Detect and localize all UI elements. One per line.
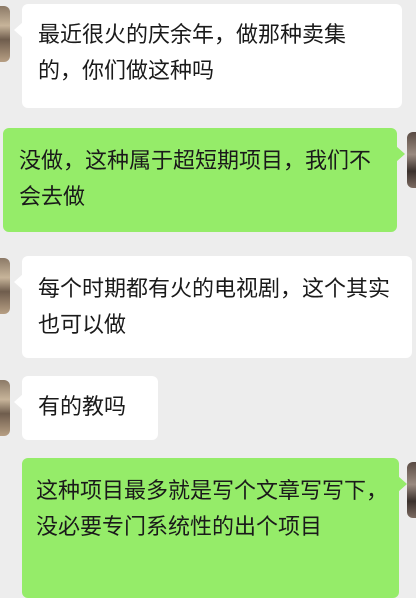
contact-avatar[interactable] bbox=[0, 6, 10, 62]
own-avatar[interactable] bbox=[407, 462, 416, 518]
message-bubble-outgoing[interactable]: 这种项目最多就是写个文章写写下，没必要专门系统性的出个项目 bbox=[22, 458, 407, 598]
own-avatar[interactable] bbox=[407, 132, 416, 188]
message-text: 每个时期都有火的电视剧，这个其实也可以做 bbox=[38, 277, 391, 338]
contact-avatar[interactable] bbox=[0, 380, 10, 436]
message-text: 这种项目最多就是写个文章写写下，没必要专门系统性的出个项目 bbox=[36, 479, 389, 540]
message-bubble-incoming[interactable]: 每个时期都有火的电视剧，这个其实也可以做 bbox=[14, 256, 412, 358]
message-bubble-incoming[interactable]: 有的教吗 bbox=[14, 376, 158, 440]
message-text: 没做，这种属于超短期项目，我们不会去做 bbox=[19, 149, 372, 210]
message-text: 最近很火的庆余年，做那种卖集的，你们做这种吗 bbox=[38, 23, 347, 84]
message-bubble-outgoing[interactable]: 没做，这种属于超短期项目，我们不会去做 bbox=[3, 128, 405, 232]
contact-avatar[interactable] bbox=[0, 258, 10, 314]
chat-conversation: 最近很火的庆余年，做那种卖集的，你们做这种吗 没做，这种属于超短期项目，我们不会… bbox=[0, 0, 416, 598]
message-text: 有的教吗 bbox=[38, 395, 127, 420]
message-bubble-incoming[interactable]: 最近很火的庆余年，做那种卖集的，你们做这种吗 bbox=[14, 4, 402, 108]
